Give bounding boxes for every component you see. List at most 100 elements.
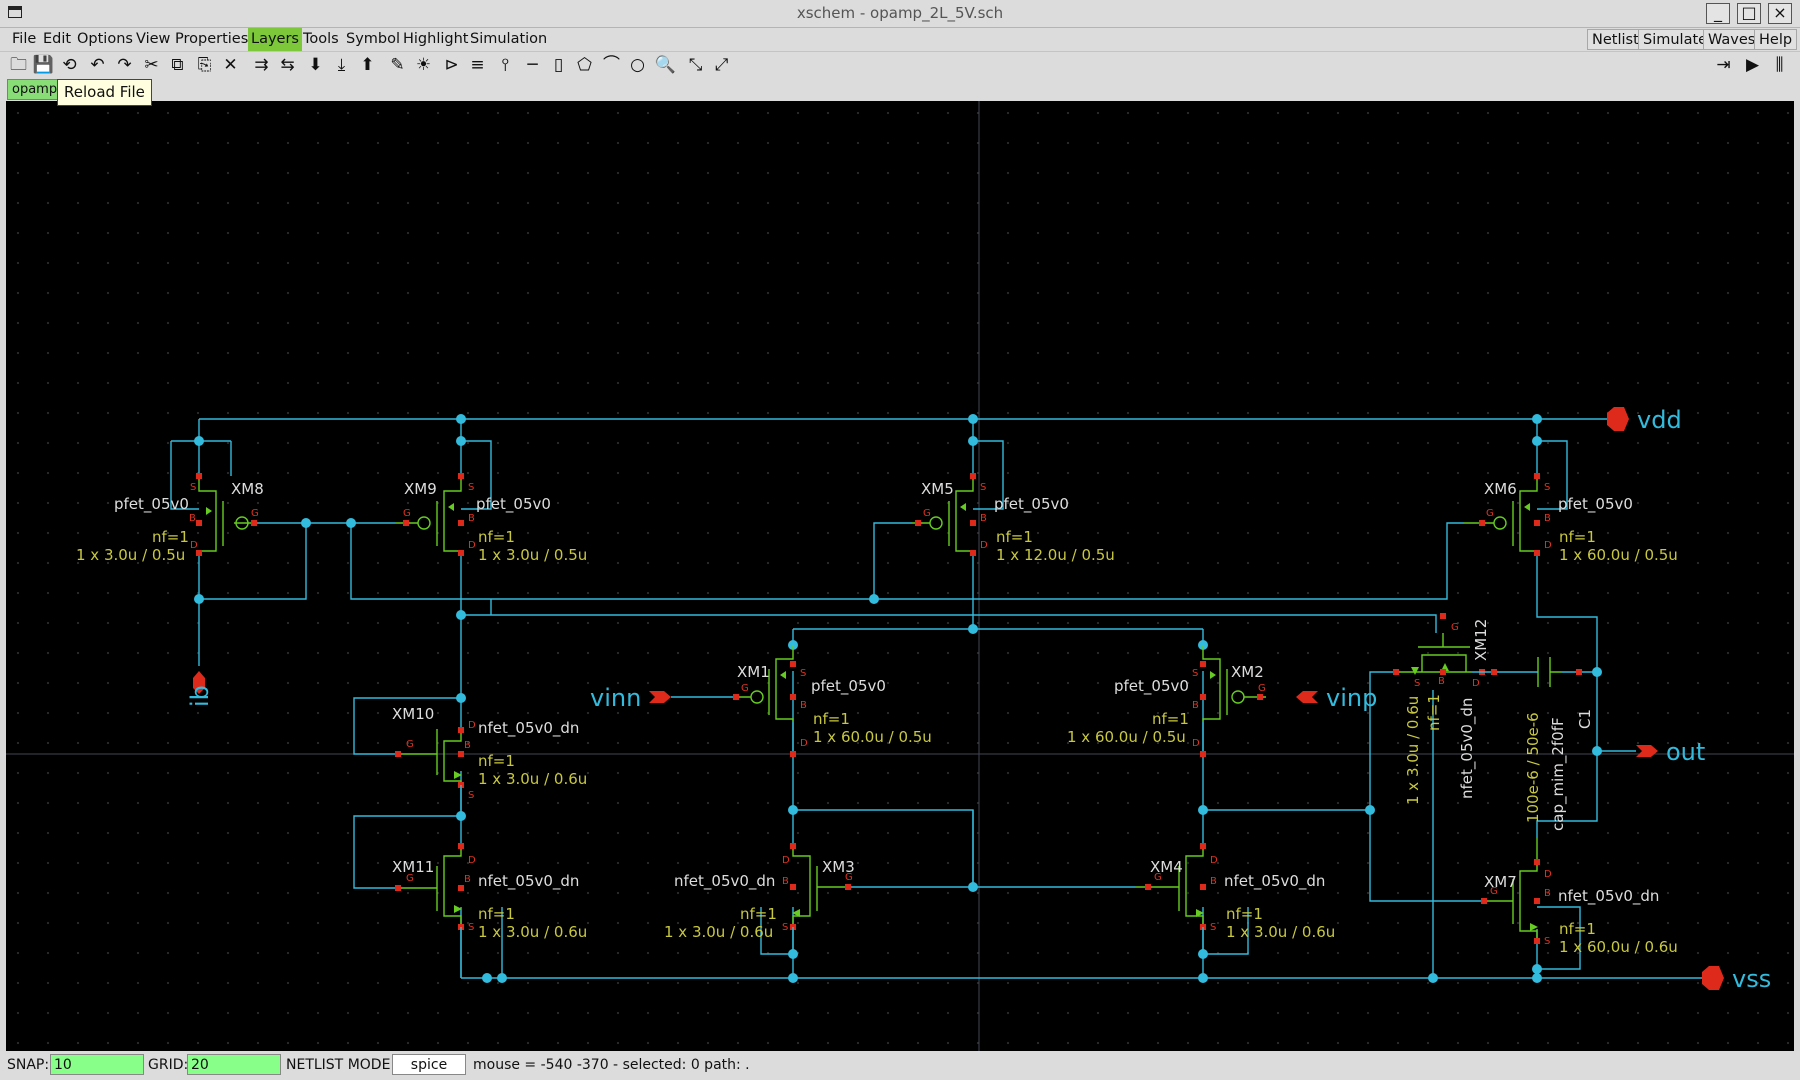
svg-text:XM8: XM8 <box>231 480 264 498</box>
menu-simulation[interactable]: Simulation <box>467 28 550 51</box>
device-xm1[interactable]: S D G B XM1 pfet_05v0 nf=1 1 x 60.0u / 0.5u <box>733 645 932 757</box>
grid-input[interactable]: 20 <box>187 1054 281 1075</box>
device-xm12[interactable]: G S D B XM12 nfet_05v0_dn nf=1 1 x 3.0u / 0… <box>1393 613 1491 805</box>
netlist-mode-value[interactable]: spice <box>392 1054 466 1075</box>
schematic-canvas[interactable]: vdd vss out vinn vinp ib S D G B XM8 pfet_0… <box>6 101 1794 1051</box>
device-xm2[interactable]: S D G B XM2 pfet_05v0 nf=1 1 x 60.0u / 0.5u <box>1067 645 1266 757</box>
waves-button[interactable]: Waves <box>1703 29 1761 50</box>
port-vinp[interactable]: vinp <box>1296 684 1377 712</box>
netlist-button[interactable]: Netlist <box>1587 29 1644 50</box>
svg-text:D: D <box>1210 855 1218 866</box>
close-button[interactable]: × <box>1768 3 1792 24</box>
undo-icon[interactable]: ↶ <box>86 53 109 77</box>
svg-text:pfet_05v0: pfet_05v0 <box>476 495 551 514</box>
draw-arc-icon[interactable]: ⌒ <box>600 53 623 77</box>
netlist-mode-label: NETLIST MODE: <box>286 1057 396 1073</box>
port-ib[interactable]: ib <box>186 671 214 707</box>
schematic-drawing[interactable]: vdd vss out vinn vinp ib S D G B XM8 pfet_0… <box>6 101 1794 1051</box>
snap-input[interactable]: 10 <box>50 1054 144 1075</box>
svg-text:S: S <box>468 482 474 493</box>
device-xm6[interactable]: S D G B XM6 pfet_05v0 nf=1 1 x 60.0u / 0.5u <box>1463 473 1678 564</box>
menu-bar: File Edit Options View Properties Layers… <box>0 28 1800 52</box>
menu-properties[interactable]: Properties <box>172 28 251 51</box>
svg-text:XM12: XM12 <box>1472 619 1490 661</box>
draw-wire-icon[interactable]: ✎ <box>386 53 409 77</box>
zoom-icon[interactable]: 🔍 <box>654 53 677 77</box>
simulate-icon[interactable]: ▶ <box>1741 53 1764 77</box>
svg-text:1 x 60.0u / 0.6u: 1 x 60.0u / 0.6u <box>1559 938 1678 956</box>
menu-layers[interactable]: Layers <box>248 28 302 51</box>
menu-tools[interactable]: Tools <box>300 28 342 51</box>
redo-icon[interactable]: ↷ <box>113 53 136 77</box>
svg-text:B: B <box>464 874 471 885</box>
draw-circle-icon[interactable]: ○ <box>626 53 649 77</box>
svg-text:1 x 60.0u / 0.5u: 1 x 60.0u / 0.5u <box>1067 728 1186 746</box>
device-xm10[interactable]: D S G B XM10 nfet_05v0_dn nf=1 1 x 3.0u / 0… <box>392 705 587 816</box>
svg-text:XM4: XM4 <box>1150 858 1183 876</box>
svg-text:1 x 60.0u / 0.5u: 1 x 60.0u / 0.5u <box>813 728 932 746</box>
device-xm5[interactable]: S D G B XM5 pfet_05v0 nf=1 1 x 12.0u / 0.5u <box>911 473 1115 564</box>
cut-icon[interactable]: ✂ <box>140 53 163 77</box>
device-xm3[interactable]: DSGB XM3 nfet_05v0_dn nf=1 1 x 3.0u / 0.… <box>664 843 855 954</box>
port-vdd[interactable]: vdd <box>1607 406 1682 434</box>
zoom-in-icon[interactable]: ⤡ <box>684 53 707 77</box>
help-button[interactable]: Help <box>1754 29 1798 50</box>
port-out[interactable]: out <box>1636 738 1705 766</box>
svg-text:B: B <box>1438 676 1445 687</box>
svg-text:nf=1: nf=1 <box>152 528 189 546</box>
menu-symbol[interactable]: Symbol <box>343 28 403 51</box>
menu-options[interactable]: Options <box>74 28 136 51</box>
copy-icon[interactable]: ⧉ <box>166 53 189 77</box>
draw-polygon-icon[interactable]: ⬠ <box>573 53 596 77</box>
svg-text:out: out <box>1666 738 1705 766</box>
insert-pin-icon[interactable]: ⫯ <box>494 53 517 77</box>
device-c1[interactable]: C1 cap_mim_2f0fF 100e-6 / 50e-6 <box>1491 657 1594 831</box>
reload-file-icon[interactable]: ⟲ <box>58 53 81 77</box>
menu-view[interactable]: View <box>133 28 173 51</box>
go-up-icon[interactable]: ⬆ <box>356 53 379 77</box>
svg-text:D: D <box>1472 678 1480 689</box>
simulate-button[interactable]: Simulate <box>1638 29 1713 50</box>
save-file-icon[interactable]: 💾 <box>32 53 55 77</box>
port-vinn[interactable]: vinn <box>590 684 733 712</box>
insert-symbol-icon[interactable]: ⊳ <box>440 53 463 77</box>
push-down-icon[interactable]: ⬇ <box>304 53 327 77</box>
svg-text:nf=1: nf=1 <box>813 710 850 728</box>
zoom-full-icon[interactable]: ⤢ <box>710 53 733 77</box>
svg-text:G: G <box>406 739 414 750</box>
minimize-button[interactable]: _ <box>1706 3 1730 24</box>
reload-file-tooltip: Reload File <box>57 79 152 106</box>
highlight-icon[interactable]: ☀ <box>412 53 435 77</box>
stretch-icon[interactable]: ⇆ <box>276 53 299 77</box>
svg-text:C1: C1 <box>1576 709 1594 729</box>
menu-edit[interactable]: Edit <box>40 28 74 51</box>
draw-line-icon[interactable]: ─ <box>521 53 544 77</box>
svg-text:G: G <box>403 508 411 519</box>
menu-file[interactable]: File <box>9 28 39 51</box>
port-vss[interactable]: vss <box>1702 965 1771 993</box>
descend-symbol-icon[interactable]: ⤓ <box>330 53 353 77</box>
device-xm7[interactable]: DSG B XM7 nfet_05v0_dn nf=1 1 x 60.0u / 0… <box>1481 837 1678 956</box>
svg-text:pfet_05v0: pfet_05v0 <box>1558 495 1633 514</box>
waves-icon[interactable]: ⫼ <box>1768 53 1791 77</box>
tab-bar: opamp_ <box>0 78 1800 101</box>
insert-text-icon[interactable]: ≡ <box>466 53 489 77</box>
svg-text:B: B <box>1544 888 1551 899</box>
svg-text:cap_mim_2f0fF: cap_mim_2f0fF <box>1549 717 1568 831</box>
move-icon[interactable]: ⇉ <box>250 53 273 77</box>
maximize-button[interactable]: □ <box>1737 3 1761 24</box>
device-xm4[interactable]: DSG B XM4 nfet_05v0_dn nf=1 1 x 3.0u / 0.… <box>1136 843 1335 954</box>
delete-icon[interactable]: ✕ <box>219 53 242 77</box>
device-xm8[interactable]: S D G B XM8 pfet_05v0 nf=1 1 x 3.0u / 0.5u <box>76 473 264 564</box>
svg-text:pfet_05v0: pfet_05v0 <box>114 495 189 514</box>
svg-text:S: S <box>468 790 474 801</box>
open-file-icon[interactable]: 🗀 <box>7 53 30 77</box>
paste-icon[interactable]: ⎘ <box>193 53 216 77</box>
netlist-icon[interactable]: ⇥ <box>1712 53 1735 77</box>
svg-text:1 x 60.0u / 0.5u: 1 x 60.0u / 0.5u <box>1559 546 1678 564</box>
draw-rect-icon[interactable]: ▯ <box>547 53 570 77</box>
device-xm11[interactable]: DSG B XM11 nfet_05v0_dn nf=1 1 x 3.0u / 0… <box>392 843 587 978</box>
menu-highlight[interactable]: Highlight <box>400 28 471 51</box>
svg-text:pfet_05v0: pfet_05v0 <box>811 677 886 696</box>
snap-label: SNAP: <box>7 1057 50 1073</box>
